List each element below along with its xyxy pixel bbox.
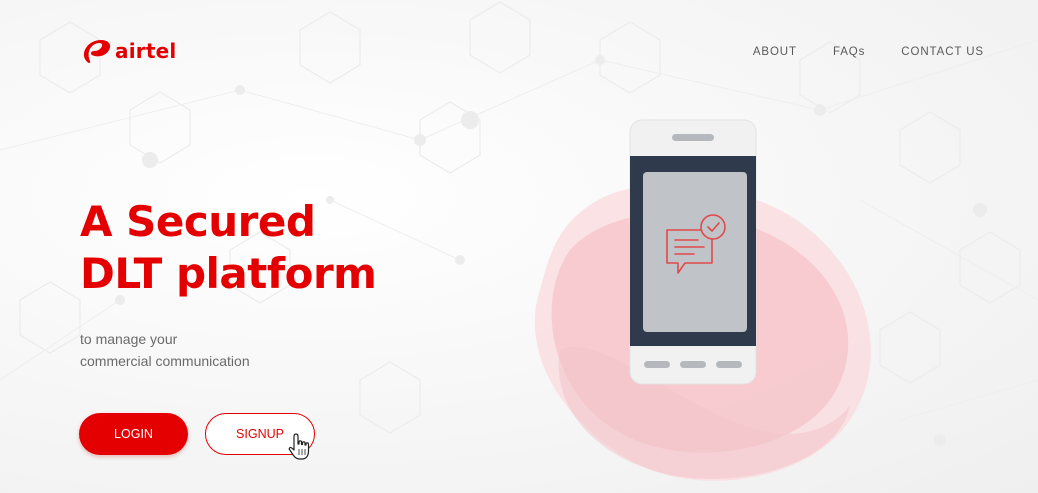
nav-contact-us[interactable]: CONTACT US (901, 46, 984, 58)
login-button[interactable]: LOGIN (79, 413, 188, 455)
hero-subtitle: to manage your commercial communication (80, 328, 250, 372)
top-nav: ABOUT FAQs CONTACT US (717, 46, 984, 58)
hero-title-line-1: A Secured (80, 197, 316, 246)
hero-title: A Secured DLT platform (80, 196, 377, 300)
hero-title-line-2: DLT platform (80, 249, 377, 298)
nav-about[interactable]: ABOUT (753, 46, 797, 58)
hero-subtitle-line-1: to manage your (80, 331, 178, 347)
airtel-logo[interactable]: airtel (79, 37, 176, 65)
nav-faqs[interactable]: FAQs (833, 46, 865, 58)
airtel-swirl-icon (83, 40, 111, 64)
smartphone-icon (629, 119, 757, 385)
hero-subtitle-line-2: commercial communication (80, 353, 250, 369)
hand-pointer-cursor-icon (288, 433, 310, 460)
phone-illustration (534, 119, 871, 481)
landing-page: airtel ABOUT FAQs CONTACT US A Secured D… (0, 0, 1038, 493)
logo-text: airtel (115, 39, 177, 63)
